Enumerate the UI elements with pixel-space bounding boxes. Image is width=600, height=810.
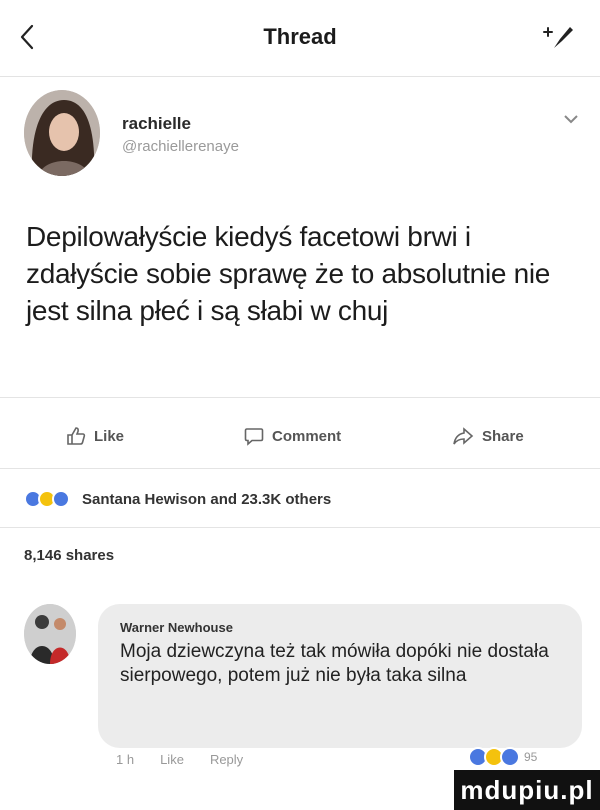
author-name[interactable]: rachielle (122, 114, 191, 134)
like-label: Like (94, 427, 125, 445)
reactions-summary[interactable]: Santana Hewison and 23.3K others (24, 486, 331, 512)
author-avatar[interactable] (24, 90, 100, 176)
comment-reactions[interactable]: 95 (468, 747, 537, 767)
thumbs-up-icon (67, 427, 86, 445)
divider (0, 468, 600, 469)
like-button[interactable]: Like (66, 424, 124, 448)
comment-avatar[interactable] (24, 604, 76, 664)
compose-icon[interactable] (540, 22, 576, 52)
divider (0, 527, 600, 528)
watermark-logo: mdupiu.pl (454, 770, 600, 810)
author-handle: @rachiellerenaye (122, 138, 239, 155)
top-bar: Thread (0, 0, 600, 77)
comment-reaction-count: 95 (524, 750, 538, 764)
share-label: Share (482, 427, 524, 445)
like-reaction-icon (52, 490, 70, 508)
divider (0, 397, 600, 398)
comment-meta: 1 h Like Reply (116, 752, 243, 767)
comment-icon (244, 428, 264, 446)
like-reaction-icon (500, 747, 520, 767)
comment-label: Comment (272, 427, 342, 445)
comment-time: 1 h (116, 752, 135, 767)
share-icon (453, 427, 474, 445)
shares-count[interactable]: 8,146 shares (24, 547, 114, 564)
comment-button[interactable]: Comment (244, 424, 341, 448)
reactions-text: Santana Hewison and 23.3K others (82, 490, 332, 508)
share-button[interactable]: Share (452, 424, 524, 448)
page-title: Thread (263, 24, 337, 49)
caret-down-icon[interactable] (562, 112, 580, 126)
post-text: Depilowałyście kiedyś facetowi brwi i zd… (26, 221, 551, 326)
comment-like-link[interactable]: Like (160, 752, 184, 767)
comment-reply-link[interactable]: Reply (210, 752, 243, 767)
comment-author[interactable]: Warner Newhouse (120, 620, 233, 635)
comment-text: Moja dziewczyna też tak mówiła dopóki ni… (120, 641, 549, 686)
